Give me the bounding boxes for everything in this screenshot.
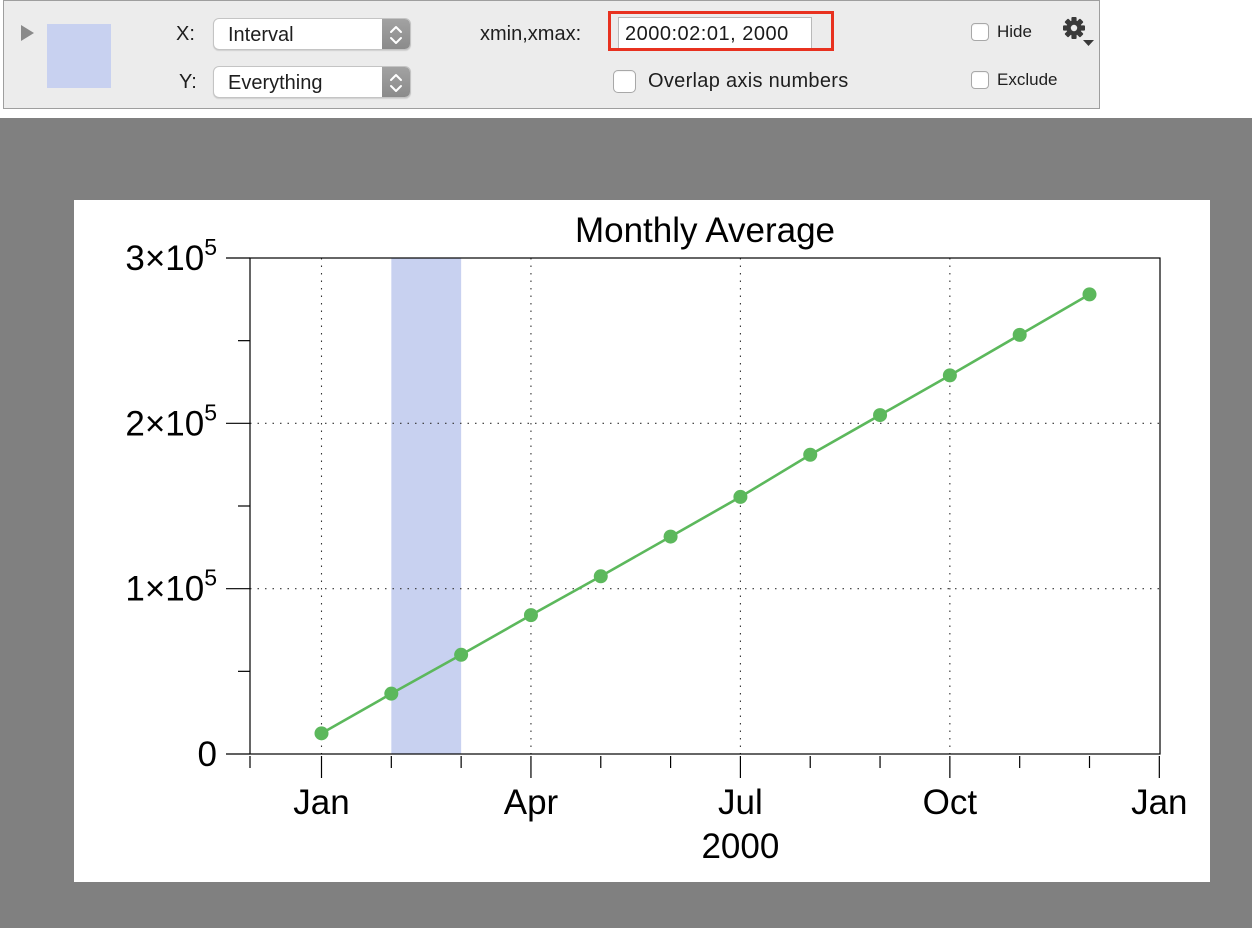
disclosure-triangle-icon[interactable] bbox=[21, 25, 34, 41]
y-tick-label: 0 bbox=[198, 735, 217, 774]
x-tick-label: Jan bbox=[1131, 783, 1187, 822]
x-axis-select[interactable]: Interval bbox=[213, 18, 411, 50]
color-swatch[interactable] bbox=[47, 24, 111, 88]
y-axis-label: Y: bbox=[179, 71, 197, 93]
data-point bbox=[873, 408, 888, 423]
hide-checkbox-label: Hide bbox=[997, 22, 1032, 41]
x-tick-label: Jul bbox=[718, 783, 763, 822]
x-tick-label: Jan bbox=[293, 783, 349, 822]
y-axis-select[interactable]: Everything bbox=[213, 66, 411, 98]
data-point bbox=[663, 529, 678, 544]
data-point bbox=[314, 726, 329, 741]
overlap-checkbox[interactable] bbox=[613, 70, 636, 93]
data-point bbox=[384, 686, 399, 701]
data-point bbox=[593, 569, 608, 584]
data-point bbox=[1082, 287, 1097, 302]
x-axis-label: X: bbox=[176, 23, 195, 45]
data-point bbox=[523, 608, 538, 623]
x-axis-select-value: Interval bbox=[228, 24, 294, 46]
y-axis-select-value: Everything bbox=[228, 72, 323, 94]
y-tick-label: 1×105 bbox=[125, 565, 217, 609]
gear-icon[interactable] bbox=[1062, 15, 1096, 52]
x-tick-label: Oct bbox=[923, 783, 978, 822]
chart-title: Monthly Average bbox=[575, 211, 835, 250]
data-point bbox=[942, 368, 957, 383]
hide-checkbox[interactable] bbox=[971, 23, 989, 41]
overlap-checkbox-label: Overlap axis numbers bbox=[648, 70, 849, 92]
plot-window[interactable]: Monthly Average 2000 Jan Apr Jul Oct Jan 0 1×… bbox=[74, 200, 1210, 882]
select-arrows-icon bbox=[382, 19, 410, 49]
x-axis-title: 2000 bbox=[701, 827, 779, 866]
data-point bbox=[803, 447, 818, 462]
y-tick-label: 3×105 bbox=[125, 234, 217, 278]
select-arrows-icon bbox=[382, 67, 410, 97]
data-point bbox=[1012, 327, 1027, 342]
y-tick-labels: 0 1×105 2×105 3×105 bbox=[125, 234, 217, 774]
highlight-interval-band bbox=[391, 258, 462, 754]
overlap-axis-numbers-option[interactable]: Overlap axis numbers bbox=[613, 70, 849, 93]
range-label: xmin,xmax: bbox=[480, 23, 582, 45]
horizontal-gridlines bbox=[250, 422, 1160, 590]
x-tick-labels: Jan Apr Jul Oct Jan bbox=[293, 783, 1187, 822]
range-input[interactable]: 2000:02:01, 2000 bbox=[618, 17, 812, 49]
plot-settings-panel: X: Interval Y: Everything xmin,xmax: 200… bbox=[3, 0, 1100, 109]
hide-option[interactable]: Hide bbox=[971, 22, 1032, 42]
monthly-average-chart[interactable]: Monthly Average 2000 Jan Apr Jul Oct Jan 0 1×… bbox=[74, 200, 1210, 882]
exclude-checkbox-label: Exclude bbox=[997, 70, 1058, 89]
data-point bbox=[454, 647, 469, 662]
x-tick-label: Apr bbox=[504, 783, 559, 822]
exclude-option[interactable]: Exclude bbox=[971, 70, 1057, 90]
exclude-checkbox[interactable] bbox=[971, 71, 989, 89]
y-tick-label: 2×105 bbox=[125, 399, 217, 443]
data-point bbox=[733, 489, 748, 504]
